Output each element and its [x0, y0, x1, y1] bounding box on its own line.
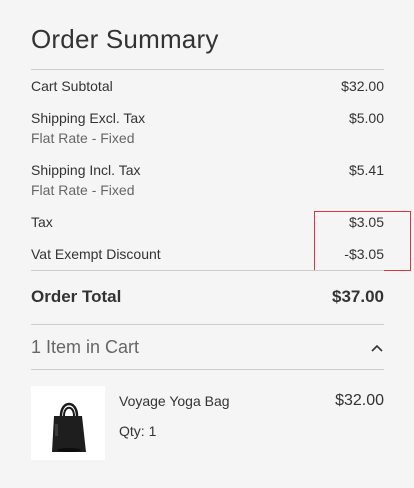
divider	[31, 69, 384, 70]
product-price: $32.00	[335, 392, 384, 409]
order-summary-panel: Order Summary Cart Subtotal $32.00 Shipp…	[31, 0, 411, 488]
shipping-excl-tax-label: Shipping Excl. Tax	[31, 110, 146, 126]
chevron-up-icon[interactable]	[370, 341, 384, 355]
divider	[31, 270, 384, 271]
product-qty: Qty: 1	[119, 423, 156, 439]
tote-bag-thumbnail	[31, 386, 105, 460]
product-name[interactable]: Voyage Yoga Bag	[119, 393, 230, 409]
shipping-incl-tax-method: Flat Rate - Fixed	[31, 182, 135, 198]
items-in-cart-toggle[interactable]: 1 Item in Cart	[31, 335, 384, 365]
shipping-incl-tax-label: Shipping Incl. Tax	[31, 162, 141, 178]
shipping-excl-tax-method: Flat Rate - Fixed	[31, 130, 135, 146]
qty-label: Qty:	[119, 423, 145, 439]
shipping-excl-tax-row: Shipping Excl. Tax Flat Rate - Fixed $5.…	[31, 108, 384, 148]
shipping-incl-tax-amount: $5.41	[348, 162, 384, 178]
qty-value: 1	[148, 423, 157, 439]
tax-highlight-box	[314, 211, 411, 271]
cart-subtotal-label: Cart Subtotal	[31, 78, 113, 94]
order-total-amount: $37.00	[332, 287, 384, 306]
order-total-label: Order Total	[31, 287, 122, 306]
shipping-incl-tax-row: Shipping Incl. Tax Flat Rate - Fixed $5.…	[31, 160, 384, 200]
divider	[31, 369, 384, 370]
product-thumbnail[interactable]	[31, 386, 105, 460]
order-summary-title: Order Summary	[31, 24, 219, 54]
cart-subtotal-amount: $32.00	[341, 78, 384, 94]
divider	[31, 324, 384, 325]
vat-exempt-discount-label: Vat Exempt Discount	[31, 246, 161, 262]
shipping-excl-tax-amount: $5.00	[348, 110, 384, 126]
items-in-cart-label: 1 Item in Cart	[31, 337, 140, 357]
tax-label: Tax	[31, 214, 53, 230]
